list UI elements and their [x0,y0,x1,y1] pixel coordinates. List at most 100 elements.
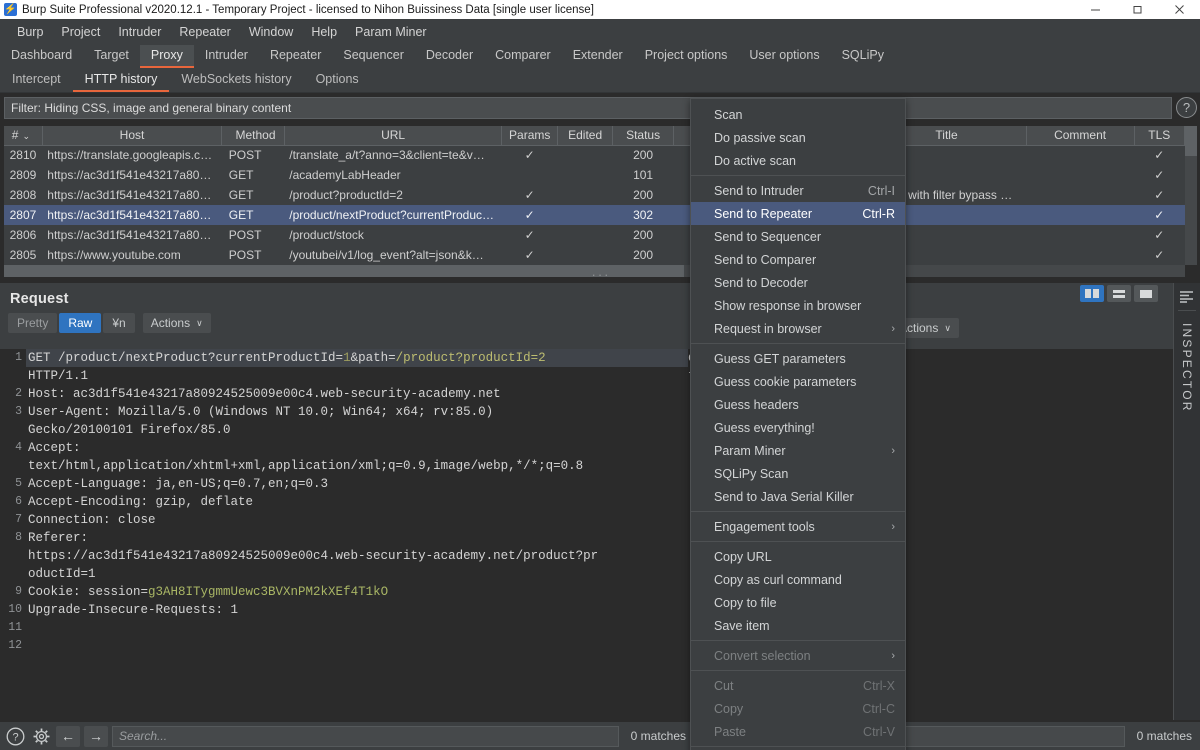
menu-item-show-response-in-browser[interactable]: Show response in browser [691,294,905,317]
col-header-method[interactable]: Method [221,126,285,146]
pretty-button[interactable]: Pretty [8,313,58,333]
stacked-view-button[interactable] [1107,285,1131,302]
subtab-websockets-history[interactable]: WebSockets history [169,69,303,92]
menu-param-miner[interactable]: Param Miner [346,22,436,42]
menu-item-request-in-browser[interactable]: Request in browser › [691,317,905,340]
cell-edited [557,145,612,165]
menu-item-send-to-sequencer[interactable]: Send to Sequencer [691,225,905,248]
menu-item-engagement-tools[interactable]: Engagement tools › [691,515,905,538]
filter-bar[interactable]: Filter: Hiding CSS, image and general bi… [4,97,1172,119]
cell-url: /product/stock [289,228,364,242]
table-row[interactable]: 2805 https://www.youtube.com POST /youtu… [4,245,1185,265]
menu-item-copy-as-curl-command[interactable]: Copy as curl command [691,568,905,591]
menu-item-copy-to-file[interactable]: Copy to file [691,591,905,614]
code-line: Referer: [28,531,89,545]
subtab-http-history[interactable]: HTTP history [72,69,170,92]
cell-num: 2810 [9,148,37,163]
menu-help[interactable]: Help [302,22,346,42]
inspector-label[interactable]: INSPECTOR [1180,323,1194,413]
tab-sqlipy[interactable]: SQLiPy [831,45,895,68]
table-row[interactable]: 2809 https://ac3d1f541e43217a80… GET /ac… [4,165,1185,185]
question-circle-icon[interactable]: ? [4,725,26,747]
col-header-num[interactable]: # ⌄ [4,126,43,146]
tab-repeater[interactable]: Repeater [259,45,332,68]
raw-button[interactable]: Raw [59,313,102,333]
search-back-button[interactable]: ← [56,725,80,747]
menu-item-copy-url[interactable]: Copy URL [691,545,905,568]
subtab-options[interactable]: Options [304,69,371,92]
menu-item-do-passive-scan[interactable]: Do passive scan [691,126,905,149]
menu-item-send-to-comparer[interactable]: Send to Comparer [691,248,905,271]
menu-separator [691,541,905,542]
menu-item-save-item[interactable]: Save item [691,614,905,637]
cell-tls: ✓ [1154,168,1165,182]
tab-comparer[interactable]: Comparer [484,45,562,68]
code-line: Accept: [28,441,81,455]
cell-comment [1026,205,1134,225]
menu-item-do-active-scan[interactable]: Do active scan [691,149,905,172]
col-header-url[interactable]: URL [284,126,503,146]
menu-item-send-to-intruder[interactable]: Send to Intruder Ctrl-I [691,179,905,202]
col-header-tls[interactable]: TLS [1134,126,1185,146]
panel-lines-icon[interactable] [1174,283,1200,303]
menu-item-send-to-repeater[interactable]: Send to Repeater Ctrl-R [691,202,905,225]
history-vertical-scrollbar-thumb[interactable] [1185,126,1197,156]
col-header-host[interactable]: Host [42,126,223,146]
tab-dashboard[interactable]: Dashboard [0,45,83,68]
question-mark-icon[interactable]: ? [1176,97,1197,118]
menu-item-send-to-java-serial-killer[interactable]: Send to Java Serial Killer [691,485,905,508]
menu-item-guess-everything[interactable]: Guess everything! [691,416,905,439]
tab-user-options[interactable]: User options [738,45,830,68]
tab-sequencer[interactable]: Sequencer [332,45,414,68]
menu-burp[interactable]: Burp [8,22,52,42]
search-input[interactable]: Search... [112,725,619,747]
close-button[interactable] [1158,0,1200,19]
menu-item-param-miner[interactable]: Param Miner › [691,439,905,462]
splitter-grip[interactable]: ··· [585,268,617,282]
menu-project[interactable]: Project [52,22,109,42]
table-row[interactable]: 2808 https://ac3d1f541e43217a80… GET /pr… [4,185,1185,205]
menu-repeater[interactable]: Repeater [170,22,239,42]
cell-host: https://translate.googleapis.co… [47,148,219,163]
col-header-params[interactable]: Params [501,126,558,146]
tab-project-options[interactable]: Project options [634,45,739,68]
table-row-selected[interactable]: 2807 https://ac3d1f541e43217a80… GET /pr… [4,205,1185,225]
tab-proxy[interactable]: Proxy [139,45,194,68]
request-editor[interactable]: 1 GET /product/nextProduct?currentProduc… [0,349,688,720]
menu-item-guess-get-parameters[interactable]: Guess GET parameters [691,347,905,370]
menu-item-label: Engagement tools [714,519,815,534]
split-view-button[interactable] [1080,285,1104,302]
context-menu[interactable]: Scan Do passive scan Do active scan Send… [690,98,906,750]
tab-intruder[interactable]: Intruder [194,45,259,68]
menu-item-guess-cookie-parameters[interactable]: Guess cookie parameters [691,370,905,393]
col-header-edited[interactable]: Edited [557,126,614,146]
subtab-intercept[interactable]: Intercept [0,69,73,92]
search-forward-button[interactable]: → [84,725,108,747]
actions-button[interactable]: Actions ∨ [142,313,211,333]
maximize-button[interactable] [1116,0,1158,19]
cell-num: 2806 [9,228,37,242]
newline-button[interactable]: ¥n [103,313,135,333]
table-row[interactable]: 2810 https://translate.googleapis.co… PO… [4,145,1185,165]
col-header-status[interactable]: Status [612,126,674,146]
tab-target[interactable]: Target [83,45,140,68]
history-horizontal-scrollbar-thumb[interactable] [4,265,684,277]
tab-decoder[interactable]: Decoder [415,45,484,68]
gear-icon[interactable] [30,725,52,747]
cell-url: /youtubei/v1/log_event?alt=json&k… [289,248,484,262]
menu-window[interactable]: Window [240,22,302,42]
menu-item-scan[interactable]: Scan [691,103,905,126]
col-header-comment[interactable]: Comment [1026,126,1135,146]
single-view-button[interactable] [1134,285,1158,302]
menu-intruder[interactable]: Intruder [109,22,170,42]
menu-item-send-to-decoder[interactable]: Send to Decoder [691,271,905,294]
http-history-table[interactable]: # ⌄ Host Method URL Params Edited Status … [4,126,1185,265]
menu-item-sqlipy-scan[interactable]: SQLiPy Scan [691,462,905,485]
menu-item-paste: Paste Ctrl-V [691,720,905,743]
minimize-button[interactable] [1074,0,1116,19]
tab-extender[interactable]: Extender [562,45,634,68]
table-header-row: # ⌄ Host Method URL Params Edited Status … [4,126,1185,146]
menu-item-guess-headers[interactable]: Guess headers [691,393,905,416]
table-row[interactable]: 2806 https://ac3d1f541e43217a80… POST /p… [4,225,1185,245]
inspector-rail[interactable]: INSPECTOR [1173,283,1200,720]
